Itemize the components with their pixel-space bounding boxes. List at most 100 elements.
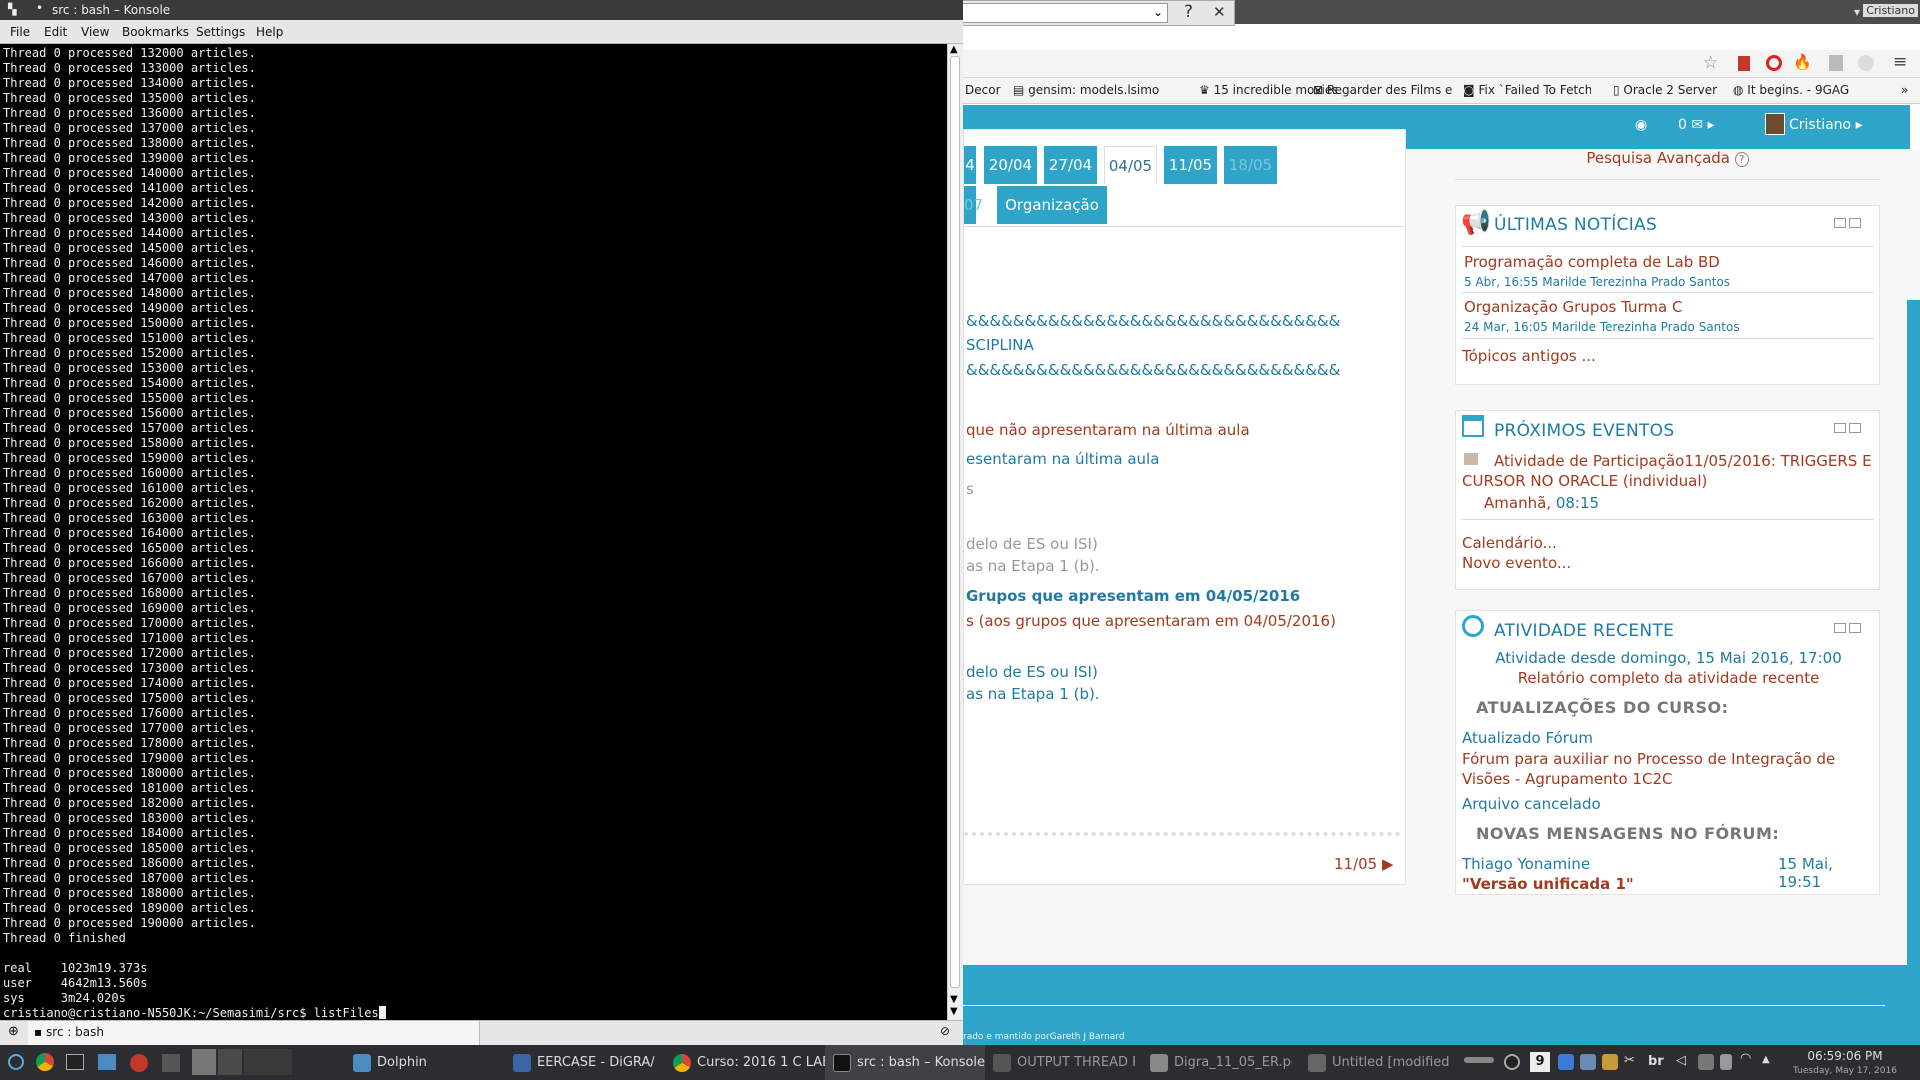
tab-week[interactable]: 20/04: [984, 146, 1037, 184]
avatar[interactable]: [1765, 113, 1785, 135]
tray-expand-icon[interactable]: ▲: [1762, 1054, 1770, 1065]
dock-icon[interactable]: [1849, 623, 1861, 633]
tab-week[interactable]: 4: [964, 146, 976, 184]
content-link[interactable]: &&&&&&&&&&&&&&&&&&&&&&&&&&&&&&&&: [966, 361, 1340, 379]
menu-help[interactable]: Help: [256, 25, 283, 39]
terminal-output[interactable]: Thread 0 processed 132000 articles. Threa…: [0, 44, 947, 1020]
task-dolphin[interactable]: Dolphin: [345, 1045, 495, 1080]
task-chrome[interactable]: Curso: 2016 1 C LABO: [665, 1045, 825, 1080]
menu-file[interactable]: File: [10, 25, 30, 39]
battery-icon[interactable]: [1720, 1054, 1732, 1070]
scroll-down-icon[interactable]: ▼: [950, 994, 958, 1005]
task-editor[interactable]: Untitled [modified] –: [1300, 1045, 1450, 1080]
content-link[interactable]: esentaram na última aula: [966, 450, 1159, 468]
user-menu[interactable]: Cristiano ▸: [1789, 117, 1863, 133]
content-link[interactable]: as na Etapa 1 (b).: [966, 685, 1100, 703]
scissors-icon[interactable]: ✂: [1624, 1053, 1635, 1068]
bookmark-item[interactable]: ◙ Fix `Failed To Fetch`: [1463, 83, 1591, 97]
news-item-title[interactable]: Programação completa de Lab BD: [1464, 253, 1720, 271]
desktop-pager-3[interactable]: [244, 1049, 292, 1075]
grid-icon[interactable]: [162, 1054, 180, 1072]
tray-badge[interactable]: 9: [1530, 1052, 1550, 1072]
dock-icon[interactable]: [1849, 218, 1861, 228]
desktop-pager-2[interactable]: [218, 1049, 242, 1075]
launcher-icon[interactable]: [8, 1054, 24, 1070]
terminal-icon[interactable]: [66, 1054, 84, 1070]
speaker-icon[interactable]: ◁: [1676, 1053, 1686, 1068]
app-icon[interactable]: [130, 1054, 148, 1072]
tab-src-bash[interactable]: ▪ src : bash: [28, 1021, 480, 1045]
content-link[interactable]: s (aos grupos que apresentaram em 04/05/…: [966, 612, 1336, 630]
older-topics-link[interactable]: Tópicos antigos ...: [1462, 347, 1596, 365]
clock-date[interactable]: Tuesday, May 17, 2016: [1780, 1066, 1910, 1076]
advanced-search-link[interactable]: Pesquisa Avançada ?: [1455, 149, 1880, 171]
menu-view[interactable]: View: [81, 25, 109, 39]
clock-time[interactable]: 06:59:06 PM: [1780, 1049, 1910, 1063]
bookmark-item[interactable]: Decor: [965, 83, 1005, 97]
content-link[interactable]: &&&&&&&&&&&&&&&&&&&&&&&&&&&&&&&&: [966, 312, 1340, 330]
event-link[interactable]: Atividade de Participação11/05/2016: TRI…: [1462, 451, 1872, 491]
scroll-up-icon[interactable]: ▲: [950, 44, 958, 55]
menu-settings[interactable]: Settings: [196, 25, 245, 39]
opera-icon[interactable]: [1766, 55, 1782, 71]
menu-icon[interactable]: ≡: [1893, 52, 1907, 72]
profile-badge[interactable]: Cristiano: [1863, 4, 1918, 17]
collapse-icon[interactable]: [1834, 623, 1846, 633]
help-icon[interactable]: ?: [1184, 2, 1193, 22]
notification-icon[interactable]: ◉: [1635, 117, 1647, 133]
clipboard-icon[interactable]: [1602, 1054, 1618, 1070]
tab-week[interactable]: 11/05: [1164, 146, 1217, 184]
post-title-link[interactable]: "Versão unificada 1": [1462, 875, 1634, 893]
new-event-link[interactable]: Novo evento...: [1462, 554, 1571, 572]
full-report-link[interactable]: Relatório completo da atividade recente: [1456, 669, 1881, 687]
extension-icon[interactable]: [1829, 55, 1843, 71]
menu-edit[interactable]: Edit: [44, 25, 67, 39]
menu-bookmarks[interactable]: Bookmarks: [122, 25, 189, 39]
scroll-down-icon[interactable]: ▼: [950, 1006, 958, 1017]
collapse-icon[interactable]: [1834, 218, 1846, 228]
volume-level[interactable]: [1464, 1057, 1494, 1063]
keyboard-layout[interactable]: br: [1648, 1054, 1664, 1069]
star-icon[interactable]: ☆: [1703, 53, 1718, 73]
address-bar[interactable]: ☆ 🔥 ≡: [963, 50, 1920, 78]
bookmark-item[interactable]: ◍ It begins. - 9GAG: [1733, 83, 1858, 97]
bookmark-item[interactable]: ▤ gensim: models.lsimo: [1013, 83, 1191, 97]
bookmark-ext-icon[interactable]: [1738, 56, 1750, 71]
konsole-app-icon[interactable]: ▚: [8, 3, 16, 16]
close-icon[interactable]: ✕: [1213, 3, 1226, 21]
scrollbar-thumb[interactable]: [950, 56, 960, 988]
pin-icon[interactable]: •: [36, 1, 43, 15]
device-icon[interactable]: [1698, 1054, 1714, 1070]
new-tab-icon[interactable]: ⊕: [8, 1024, 19, 1039]
terminal-scrollbar[interactable]: ▲ ▼ ▼: [947, 44, 963, 1020]
extension2-icon[interactable]: [1858, 55, 1874, 71]
more-bookmarks-icon[interactable]: »: [1901, 83, 1908, 97]
desktop-pager-1[interactable]: [192, 1049, 216, 1075]
content-link[interactable]: que não apresentaram na última aula: [966, 421, 1250, 439]
close-tab-icon[interactable]: ⊘: [940, 1024, 950, 1038]
tab-week[interactable]: 07: [964, 186, 983, 224]
folder-icon[interactable]: [98, 1054, 116, 1070]
bookmark-item[interactable]: ▯ Oracle 2 Server: [1613, 83, 1725, 97]
dock-icon[interactable]: [1849, 423, 1861, 433]
minimize-icon[interactable]: ▾: [1854, 5, 1860, 19]
forum-link[interactable]: Fórum para auxiliar no Processo de Integ…: [1462, 749, 1877, 789]
flame-icon[interactable]: 🔥: [1793, 53, 1812, 71]
tab-week[interactable]: 27/04: [1044, 146, 1097, 184]
record-icon[interactable]: [1504, 1054, 1520, 1070]
content-link[interactable]: Grupos que apresentam em 04/05/2016: [966, 587, 1300, 605]
bluetooth-icon[interactable]: [1558, 1054, 1574, 1070]
collapse-icon[interactable]: [1834, 423, 1846, 433]
task-eercase[interactable]: EERCASE - DiGRA/def: [505, 1045, 655, 1080]
tab-week[interactable]: 18/05: [1224, 146, 1277, 184]
task-pdf[interactable]: Digra_11_05_ER.pdf -: [1142, 1045, 1292, 1080]
task-output[interactable]: OUTPUT THREAD PMI: [985, 1045, 1135, 1080]
tab-organizacao[interactable]: Organização: [997, 186, 1107, 224]
content-link[interactable]: SCIPLINA: [966, 336, 1034, 354]
calendar-link[interactable]: Calendário...: [1462, 534, 1557, 552]
network-icon[interactable]: [1580, 1054, 1596, 1070]
chrome-icon[interactable]: [36, 1053, 54, 1071]
news-item-title[interactable]: Organização Grupos Turma C: [1464, 298, 1682, 316]
content-link[interactable]: delo de ES ou ISI): [966, 663, 1098, 681]
bookmark-item[interactable]: ⊠ Regarder des Films e: [1313, 83, 1463, 97]
